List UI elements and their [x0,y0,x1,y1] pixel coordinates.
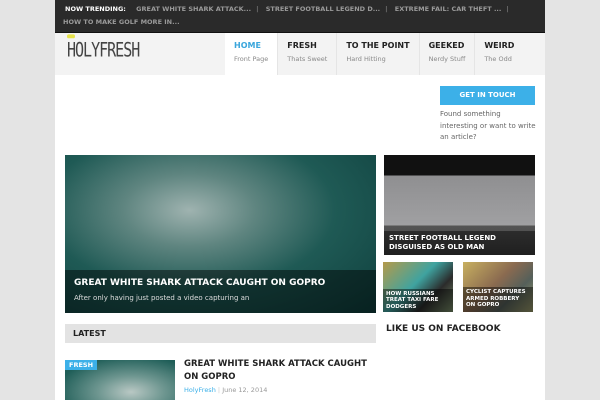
logo-text: HOLYFRESH [67,38,140,62]
trending-bar: NOW TRENDING: GREAT WHITE SHARK ATTACK..… [55,0,545,33]
page: NOW TRENDING: GREAT WHITE SHARK ATTACK..… [55,0,545,400]
nav-weird[interactable]: WEIRD The Odd [475,33,523,75]
side-article-small[interactable]: CYCLIST CAPTURES ARMED ROBBERY ON GOPRO [463,262,533,312]
side-article-big[interactable]: STREET FOOTBALL LEGEND DISGUISED AS OLD … [384,155,535,255]
side-article-title[interactable]: CYCLIST CAPTURES ARMED ROBBERY ON GOPRO [463,287,533,312]
latest-heading: LATEST [65,324,376,343]
nav-to-the-point[interactable]: TO THE POINT Hard Hitting [337,33,420,75]
nav-geeked[interactable]: GEEKED Nerdy Stuff [420,33,476,75]
post-meta: HolyFresh | June 12, 2014 [184,386,268,394]
featured-caption: GREAT WHITE SHARK ATTACK CAUGHT ON GOPRO… [65,270,376,313]
trending-link[interactable]: GREAT WHITE SHARK ATTACK... [136,5,251,13]
nav-title: HOME [234,41,261,50]
trending-link[interactable]: STREET FOOTBALL LEGEND D... [266,5,380,13]
main-nav: HOME Front Page FRESH Thats Sweet TO THE P… [225,33,523,75]
side-article-title[interactable]: HOW RUSSIANS TREAT TAXI FARE DODGERS [383,288,453,312]
side-article-small[interactable]: HOW RUSSIANS TREAT TAXI FARE DODGERS [383,262,453,312]
trending-label: NOW TRENDING: [65,5,126,13]
nav-sub: Thats Sweet [287,55,328,63]
header: HOLYFRESH HOME Front Page FRESH Thats Swee… [55,33,545,75]
nav-sub: Hard Hitting [346,55,386,63]
post-author[interactable]: HolyFresh [184,386,216,394]
site-logo[interactable]: HOLYFRESH [67,34,140,62]
nav-sub: Nerdy Stuff [428,55,466,63]
nav-title: GEEKED [428,41,465,50]
get-in-touch-button[interactable]: GET IN TOUCH [440,86,535,105]
nav-home[interactable]: HOME Front Page [225,33,279,75]
featured-title[interactable]: GREAT WHITE SHARK ATTACK CAUGHT ON GOPRO [74,278,367,288]
trending-link[interactable]: EXTREME FAIL: CAR THEFT ... [395,5,502,13]
nav-title: TO THE POINT [346,41,410,50]
trending-link[interactable]: HOW TO MAKE GOLF MORE IN... [63,18,180,26]
facebook-heading: LIKE US ON FACEBOOK [386,324,501,334]
post-thumbnail[interactable]: FRESH [65,360,175,400]
nav-sub: Front Page [234,55,269,63]
category-badge[interactable]: FRESH [65,360,98,370]
post-date: June 12, 2014 [222,386,268,394]
nav-sub: The Odd [484,55,512,63]
side-article-title[interactable]: STREET FOOTBALL LEGEND DISGUISED AS OLD … [384,231,535,255]
post-title[interactable]: GREAT WHITE SHARK ATTACK CAUGHT ON GOPRO [184,358,374,384]
featured-excerpt: After only having just posted a video ca… [74,294,250,302]
nav-title: WEIRD [484,41,515,50]
nav-fresh[interactable]: FRESH Thats Sweet [278,33,338,75]
featured-article[interactable]: GREAT WHITE SHARK ATTACK CAUGHT ON GOPRO… [65,155,376,313]
nav-title: FRESH [287,41,317,50]
cta-text: Found something interesting or want to w… [440,110,536,141]
